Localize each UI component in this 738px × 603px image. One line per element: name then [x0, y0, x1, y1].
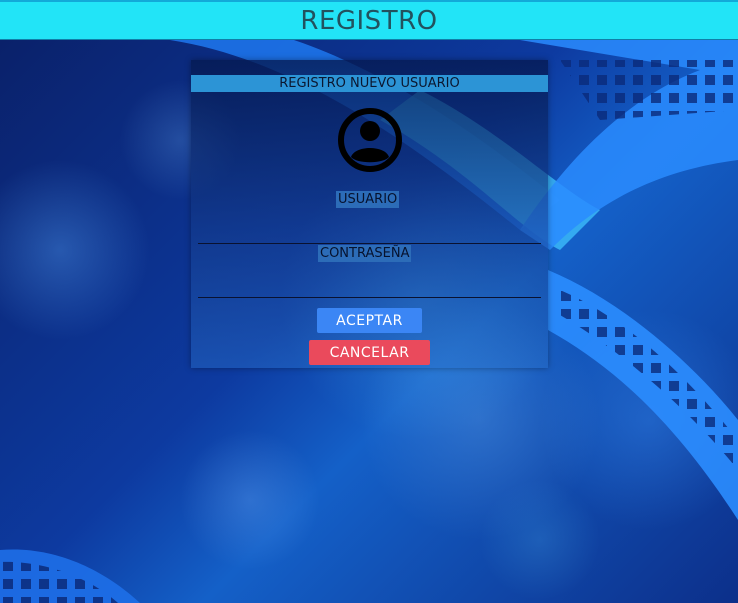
password-input[interactable] [198, 275, 541, 298]
password-label: CONTRASEÑA [318, 245, 412, 262]
user-avatar-icon [338, 108, 402, 172]
page-title: REGISTRO [300, 6, 438, 36]
username-label: USUARIO [336, 191, 400, 208]
cancel-button[interactable]: CANCELAR [309, 340, 430, 365]
form-header: REGISTRO NUEVO USUARIO [191, 75, 548, 92]
accept-button[interactable]: ACEPTAR [317, 308, 422, 333]
username-input[interactable] [198, 221, 541, 244]
registration-form: REGISTRO NUEVO USUARIO USUARIO CONTRASEÑ… [191, 60, 548, 368]
title-bar: REGISTRO [0, 0, 738, 40]
